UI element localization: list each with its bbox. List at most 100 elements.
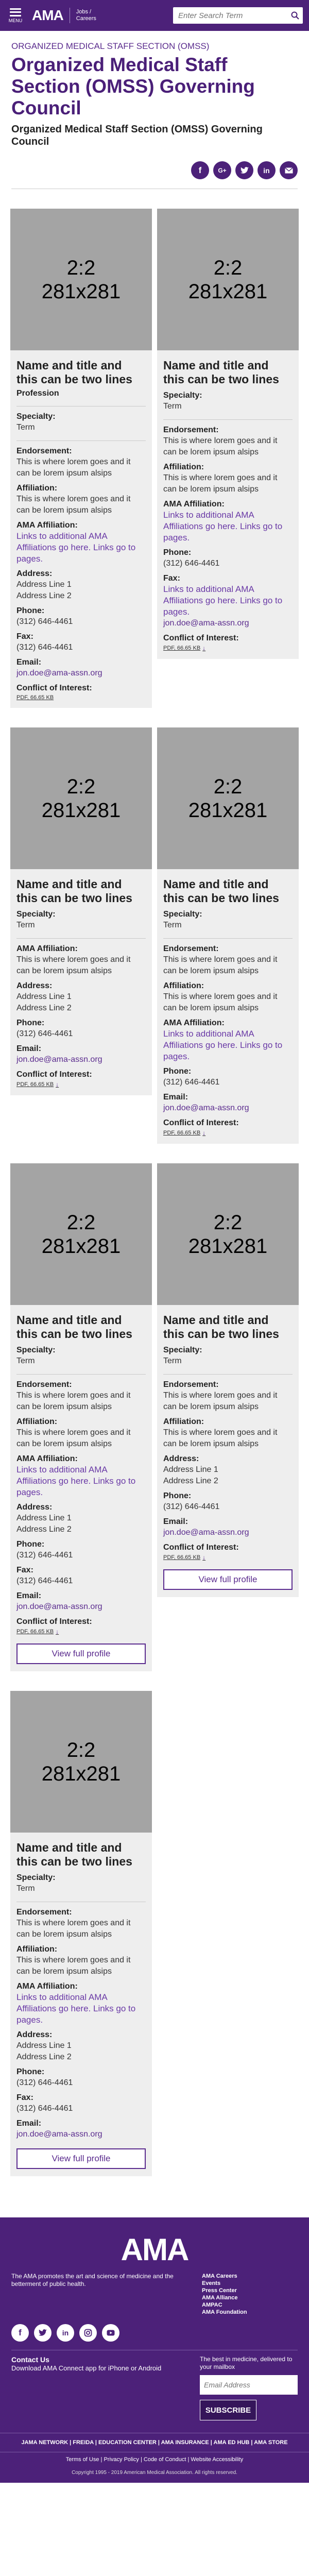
coi-label: Conflict of Interest: bbox=[163, 634, 239, 642]
email-link[interactable]: jon.doe@ama-assn.org bbox=[157, 618, 299, 629]
member-name: Name and title and this can be two lines bbox=[16, 1313, 132, 1341]
newsletter-email-input[interactable] bbox=[200, 2375, 298, 2395]
ama-affiliation-link[interactable]: Links to additional AMA Affiliations go … bbox=[157, 1028, 299, 1062]
address-label: Address: bbox=[163, 1454, 199, 1463]
affiliation-value: This is where lorem goes and it can be l… bbox=[163, 473, 278, 494]
phone-label: Phone: bbox=[163, 1067, 192, 1076]
specialty-label: Specialty: bbox=[163, 391, 202, 400]
coi-pdf-link[interactable]: PDF, 66.65 KB ↓ bbox=[157, 1554, 299, 1561]
twitter-icon bbox=[240, 166, 249, 174]
endorsement-value: This is where lorem goes and it can be l… bbox=[16, 1391, 131, 1411]
jobs-careers-link[interactable]: Jobs / Careers bbox=[76, 9, 96, 22]
newsletter-signup: The best in medicine, delivered to your … bbox=[200, 2355, 298, 2420]
coi-pdf-link[interactable]: PDF, 66.65 KB bbox=[10, 694, 152, 701]
email-link[interactable]: jon.doe@ama-assn.org bbox=[10, 1601, 152, 1613]
menu-label: MENU bbox=[8, 18, 23, 23]
hamburger-icon bbox=[10, 8, 21, 16]
ama-logo[interactable]: AMA bbox=[32, 7, 64, 24]
ama-affiliation-label: AMA Affiliation: bbox=[163, 500, 225, 509]
footer-link-ampac[interactable]: AMPAC bbox=[202, 2301, 298, 2309]
footer-link-list: AMA Careers Events Press Center AMA Alli… bbox=[202, 2273, 298, 2316]
breadcrumb[interactable]: Organized Medical Staff Section (OMSS) bbox=[0, 41, 309, 52]
footer-link-press[interactable]: Press Center bbox=[202, 2287, 298, 2294]
footer-twitter-button[interactable] bbox=[34, 2324, 52, 2342]
profession-label: Profession bbox=[16, 389, 59, 398]
view-full-profile-button[interactable]: View full profile bbox=[16, 1643, 146, 1664]
member-photo-placeholder: 2:2 281x281 bbox=[10, 1691, 152, 1833]
specialty-label: Specialty: bbox=[16, 910, 56, 919]
download-icon: ↓ bbox=[202, 1554, 206, 1561]
ama-affiliation-value: This is where lorem goes and it can be l… bbox=[16, 955, 131, 975]
coi-label: Conflict of Interest: bbox=[163, 1118, 239, 1127]
email-link[interactable]: jon.doe@ama-assn.org bbox=[157, 1527, 299, 1538]
footer-link-alliance[interactable]: AMA Alliance bbox=[202, 2294, 298, 2301]
endorsement-value: This is where lorem goes and it can be l… bbox=[16, 1919, 131, 1939]
ama-affiliation-link[interactable]: Links to additional AMA Affiliations go … bbox=[10, 1992, 152, 2026]
affiliation-value: This is where lorem goes and it can be l… bbox=[163, 1428, 278, 1448]
ama-affiliation-label: AMA Affiliation: bbox=[163, 1019, 225, 1027]
coi-pdf-link[interactable]: PDF, 66.65 KB ↓ bbox=[10, 1081, 152, 1088]
card-divider bbox=[16, 440, 146, 441]
footer-instagram-button[interactable] bbox=[79, 2324, 97, 2342]
footer-social-icons: f in bbox=[11, 2324, 298, 2342]
twitter-share-button[interactable] bbox=[235, 161, 253, 179]
email-link[interactable]: jon.doe@ama-assn.org bbox=[10, 1054, 152, 1065]
instagram-icon bbox=[84, 2329, 92, 2337]
footer-youtube-button[interactable] bbox=[102, 2324, 119, 2342]
download-icon: ↓ bbox=[202, 1129, 206, 1137]
ama-affiliation-link[interactable]: Links to additional AMA Affiliations go … bbox=[10, 531, 152, 565]
download-icon: ↓ bbox=[56, 1628, 59, 1635]
search-input[interactable] bbox=[173, 7, 287, 24]
footer-policy-links[interactable]: Terms of Use | Privacy Policy | Code of … bbox=[0, 2452, 309, 2467]
email-link[interactable]: jon.doe@ama-assn.org bbox=[10, 2129, 152, 2140]
footer-ama-logo[interactable]: AMA bbox=[11, 2232, 298, 2267]
address-line-1: Address Line 1 bbox=[163, 1465, 218, 1474]
contact-app-text[interactable]: Download AMA Connect app for iPhone or A… bbox=[11, 2364, 200, 2372]
coi-label: Conflict of Interest: bbox=[163, 1543, 239, 1552]
view-full-profile-button[interactable]: View full profile bbox=[163, 1569, 293, 1590]
subscribe-button[interactable]: SUBSCRIBE bbox=[200, 2400, 256, 2420]
contact-us-link[interactable]: Contact Us bbox=[11, 2355, 49, 2364]
member-photo-placeholder: 2:2 281x281 bbox=[10, 727, 152, 869]
affiliation-value: This is where lorem goes and it can be l… bbox=[16, 1956, 131, 1976]
footer-mission: The AMA promotes the art and science of … bbox=[11, 2273, 174, 2287]
coi-pdf-link[interactable]: PDF, 66.65 KB ↓ bbox=[157, 1129, 299, 1137]
facebook-share-button[interactable]: f bbox=[191, 161, 209, 179]
member-row: 2:2 281x281 Name and title and this can b… bbox=[10, 209, 299, 708]
coi-pdf-link[interactable]: PDF, 66.65 KB ↓ bbox=[10, 1628, 152, 1635]
view-full-profile-button[interactable]: View full profile bbox=[16, 2148, 146, 2169]
image-ratio: 2:2 bbox=[66, 1738, 96, 1761]
youtube-icon bbox=[107, 2330, 115, 2336]
ama-affiliation-link[interactable]: Links to additional AMA Affiliations go … bbox=[157, 510, 299, 544]
affiliation-label: Affiliation: bbox=[16, 1417, 58, 1426]
linkedin-share-button[interactable]: in bbox=[258, 161, 276, 179]
download-icon: ↓ bbox=[202, 645, 206, 652]
coi-label: Conflict of Interest: bbox=[16, 1617, 92, 1626]
footer-facebook-button[interactable]: f bbox=[11, 2324, 29, 2342]
footer-link-careers[interactable]: AMA Careers bbox=[202, 2273, 298, 2280]
google-plus-share-button[interactable]: G+ bbox=[213, 161, 231, 179]
member-card: 2:2 281x281 Name and title and this can b… bbox=[10, 1163, 152, 1671]
email-share-button[interactable] bbox=[280, 161, 298, 179]
footer-network-links[interactable]: JAMA NETWORK | FREIDA | EDUCATION CENTER… bbox=[0, 2433, 309, 2452]
phone-label: Phone: bbox=[16, 1019, 45, 1027]
email-link[interactable]: jon.doe@ama-assn.org bbox=[10, 668, 152, 679]
address-line-2: Address Line 2 bbox=[163, 1477, 218, 1485]
member-term: Term bbox=[16, 423, 35, 432]
endorsement-label: Endorsement: bbox=[16, 1908, 72, 1917]
search-button[interactable] bbox=[287, 7, 303, 24]
footer-link-foundation[interactable]: AMA Foundation bbox=[202, 2309, 298, 2316]
address-line-2: Address Line 2 bbox=[16, 1525, 72, 1534]
coi-pdf-link[interactable]: PDF, 66.65 KB ↓ bbox=[157, 645, 299, 652]
fax-affiliation-link[interactable]: Links to additional AMA Affiliations go … bbox=[157, 584, 299, 618]
email-link[interactable]: jon.doe@ama-assn.org bbox=[157, 1103, 299, 1114]
menu-button[interactable]: MENU bbox=[6, 8, 25, 23]
member-photo-placeholder: 2:2 281x281 bbox=[10, 1163, 152, 1305]
ama-affiliation-link[interactable]: Links to additional AMA Affiliations go … bbox=[10, 1464, 152, 1498]
footer-linkedin-button[interactable]: in bbox=[57, 2324, 74, 2342]
member-term: Term bbox=[16, 1357, 35, 1365]
member-name: Name and title and this can be two lines bbox=[163, 1313, 279, 1341]
member-card: 2:2 281x281 Name and title and this can b… bbox=[10, 209, 152, 708]
linkedin-icon: in bbox=[263, 166, 270, 175]
footer-link-events[interactable]: Events bbox=[202, 2280, 298, 2287]
